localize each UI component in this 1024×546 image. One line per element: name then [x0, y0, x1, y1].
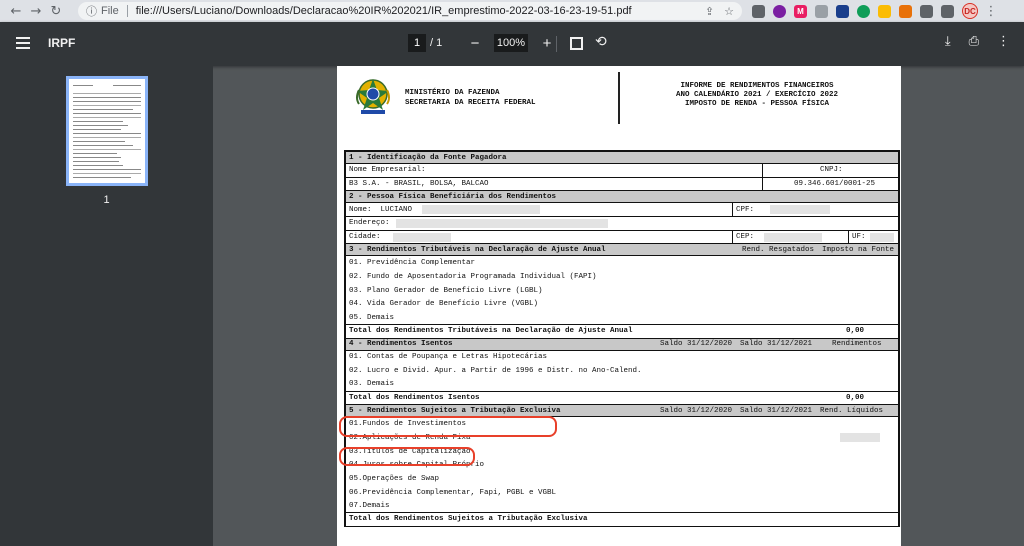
- extension-download-icon[interactable]: [836, 4, 849, 18]
- beneficiary-city-row: Cidade: CEP: UF:: [346, 230, 898, 245]
- section-4-total-row: Total dos Rendimentos Isentos 0,00: [346, 392, 898, 406]
- bookmark-star-icon[interactable]: ☆: [724, 5, 734, 18]
- extensions-bar: M DC ⋮: [752, 1, 998, 21]
- section-1-header: 1 - Identificação da Fonte Pagadora: [346, 152, 898, 164]
- beneficiary-name: LUCIANO: [380, 205, 413, 214]
- section-2-header: 2 - Pessoa Física Beneficiária dos Rendi…: [346, 191, 898, 204]
- more-options-icon[interactable]: ⋮: [997, 34, 1010, 49]
- pdf-page: MINISTÉRIO DA FAZENDA SECRETARIA DA RECE…: [337, 66, 901, 546]
- back-arrow-icon[interactable]: ←: [6, 1, 26, 21]
- forward-arrow-icon[interactable]: →: [26, 1, 46, 21]
- url-scheme: File: [101, 5, 119, 17]
- report-title: INFORME DE RENDIMENTOS FINANCEIROS ANO C…: [675, 82, 839, 108]
- redacted-cep: [764, 232, 822, 242]
- redacted-city: [392, 232, 451, 242]
- page-number-input[interactable]: 1: [408, 34, 426, 52]
- zoom-level-input[interactable]: 100%: [494, 34, 528, 52]
- highlight-fixed-income-item: [339, 447, 475, 466]
- toolbar-divider: [556, 36, 557, 52]
- fit-page-icon[interactable]: [570, 37, 583, 50]
- page-thumbnail[interactable]: [66, 76, 148, 186]
- zoom-controls: − 100% +: [466, 34, 556, 52]
- redacted-cpf: [770, 205, 830, 215]
- thumbnail-page-number: 1: [103, 194, 110, 206]
- extension-purple-icon[interactable]: [773, 4, 786, 18]
- section-1-labels-row: Nome Empresarial: CNPJ:: [346, 164, 898, 178]
- section-1-values-row: B3 S.A. - BRASIL, BOLSA, BALCAO 09.346.6…: [346, 177, 898, 192]
- extension-yellow-icon[interactable]: [878, 4, 891, 18]
- list-item: 04. Vida Gerador de Benefício Livre (VGB…: [349, 300, 539, 309]
- zoom-in-button[interactable]: +: [538, 35, 556, 52]
- redacted-address: [395, 218, 608, 228]
- address-bar[interactable]: ⓘ File file:///Users/Luciano/Downloads/D…: [78, 2, 742, 20]
- section-3-header: 3 - Rendimentos Tributáveis na Declaraçã…: [346, 244, 898, 257]
- rotate-icon[interactable]: ⟲: [595, 34, 607, 50]
- url-text[interactable]: file:///Users/Luciano/Downloads/Declarac…: [136, 5, 632, 17]
- camera-icon[interactable]: [815, 4, 828, 18]
- redacted-fixed-income-value: [840, 433, 880, 442]
- hamburger-menu-icon[interactable]: [16, 37, 30, 49]
- ministry-name: MINISTÉRIO DA FAZENDA SECRETARIA DA RECE…: [405, 89, 536, 107]
- section-4-header: 4 - Rendimentos Isentos Saldo 31/12/2020…: [346, 338, 898, 351]
- section-5-total-row: Total dos Rendimentos Sujeitos a Tributa…: [346, 513, 898, 527]
- list-item: 01. Contas de Poupança e Letras Hipotecá…: [349, 353, 548, 362]
- browser-toolbar: ← → ↻ ⓘ File file:///Users/Luciano/Downl…: [0, 0, 1024, 22]
- list-item: 05. Demais: [346, 311, 898, 325]
- print-icon[interactable]: ⎙: [969, 34, 979, 49]
- list-item: 03. Plano Gerador de Benefício Livre (LG…: [349, 286, 543, 295]
- payer-name: B3 S.A. - BRASIL, BOLSA, BALCAO: [349, 180, 489, 189]
- puzzle-icon[interactable]: [920, 4, 933, 18]
- section-4-total: 0,00: [846, 393, 865, 402]
- list-item: 03. Demais: [346, 378, 898, 392]
- section-3-total-row: Total dos Rendimentos Tributáveis na Dec…: [346, 325, 898, 339]
- page-selector: 1 / 1: [408, 34, 442, 52]
- profile-avatar[interactable]: DC: [962, 3, 978, 19]
- brazil-coat-of-arms-icon: [356, 79, 390, 114]
- kebab-menu-icon[interactable]: ⋮: [985, 1, 998, 21]
- beneficiary-name-row: Nome: LUCIANO CPF:: [346, 203, 898, 218]
- download-icon[interactable]: ⤓: [945, 34, 951, 49]
- list-item: 05.Operações de Swap: [349, 474, 440, 483]
- list-item: 07.Demais: [346, 499, 898, 514]
- beneficiary-address-row: Endereço:: [346, 217, 898, 231]
- redacted-uf: [870, 232, 894, 242]
- payer-cnpj: 09.346.601/0001-25: [794, 180, 876, 189]
- extension-m-icon[interactable]: M: [794, 4, 807, 18]
- list-item: 02. Fundo de Aposentadoria Programada In…: [349, 272, 597, 281]
- info-icon[interactable]: ⓘ: [86, 3, 97, 19]
- metamask-fox-icon[interactable]: [899, 4, 912, 18]
- zoom-out-button[interactable]: −: [466, 35, 484, 52]
- list-item: 02. Lucro e Divid. Apur. a Partir de 199…: [349, 367, 642, 376]
- highlight-section-5-header: [339, 416, 557, 437]
- pdf-toolbar: IRPF 1 / 1 − 100% + ⟲ ⤓ ⎙ ⋮: [0, 22, 1024, 66]
- income-report-form: 1 - Identificação da Fonte Pagadora Nome…: [344, 150, 900, 527]
- redacted-surname: [422, 205, 541, 215]
- omnibox-divider: [126, 5, 128, 17]
- extension-green-icon[interactable]: [857, 4, 870, 18]
- page-total: / 1: [430, 37, 443, 49]
- reload-icon[interactable]: ↻: [46, 1, 66, 21]
- document-title: IRPF: [48, 36, 76, 50]
- section-3-total: 0,00: [846, 327, 865, 336]
- thumbnail-sidebar: 1: [0, 66, 213, 546]
- extension-stack-icon[interactable]: [752, 4, 765, 18]
- header-divider: [618, 72, 620, 124]
- reading-list-icon[interactable]: [941, 4, 954, 18]
- list-item: 06.Previdência Complementar, Fapi, PGBL …: [349, 488, 557, 497]
- list-item: 01. Previdência Complementar: [349, 259, 476, 268]
- share-icon[interactable]: ⇪: [705, 5, 714, 18]
